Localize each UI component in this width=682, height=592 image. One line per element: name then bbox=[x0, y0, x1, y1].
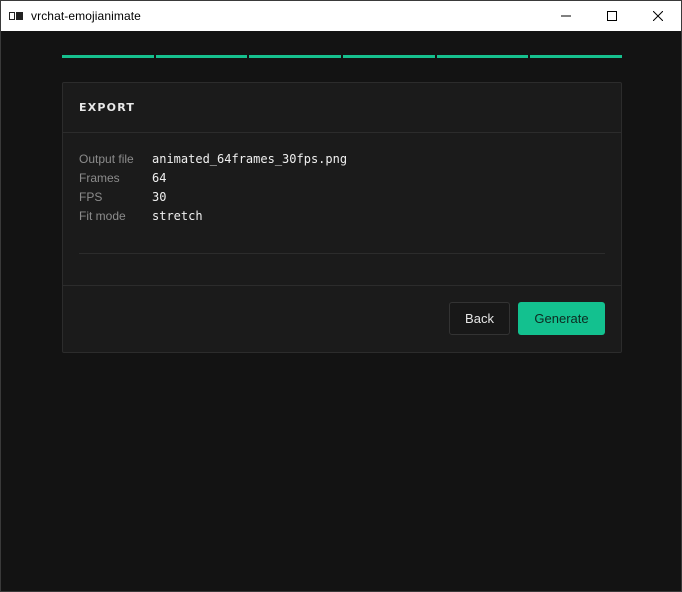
window-controls bbox=[543, 1, 681, 31]
card-footer: Back Generate bbox=[63, 286, 621, 352]
card-title: EXPORT bbox=[79, 101, 136, 114]
close-icon bbox=[653, 11, 663, 21]
progress-step-4 bbox=[343, 55, 435, 58]
summary-row-output-file: Output file animated_64frames_30fps.png bbox=[79, 149, 347, 168]
summary-row-fps: FPS 30 bbox=[79, 187, 347, 206]
section-divider bbox=[79, 253, 605, 254]
maximize-button[interactable] bbox=[589, 1, 635, 31]
card-body: Output file animated_64frames_30fps.png … bbox=[63, 133, 621, 286]
progress-step-2 bbox=[155, 55, 248, 58]
maximize-icon bbox=[607, 11, 617, 21]
fit-mode-value: stretch bbox=[152, 208, 203, 223]
summary-row-frames: Frames 64 bbox=[79, 168, 347, 187]
fps-label: FPS bbox=[79, 189, 103, 204]
progress-step-6 bbox=[530, 55, 623, 58]
fit-mode-label: Fit mode bbox=[79, 208, 126, 223]
frames-label: Frames bbox=[79, 170, 120, 185]
export-summary: Output file animated_64frames_30fps.png … bbox=[79, 149, 347, 225]
card-header: EXPORT bbox=[63, 83, 621, 133]
title-bar[interactable]: vrchat-emojianimate bbox=[1, 1, 681, 31]
generate-button[interactable]: Generate bbox=[518, 302, 605, 335]
summary-row-fit-mode: Fit mode stretch bbox=[79, 206, 347, 225]
minimize-button[interactable] bbox=[543, 1, 589, 31]
frames-value: 64 bbox=[152, 170, 167, 185]
app-window: vrchat-emojianimate EXPORT Output file a… bbox=[0, 0, 682, 592]
back-button[interactable]: Back bbox=[449, 302, 510, 335]
export-card: EXPORT Output file animated_64frames_30f… bbox=[62, 82, 622, 353]
app-icon bbox=[9, 11, 25, 21]
fps-value: 30 bbox=[152, 189, 167, 204]
close-button[interactable] bbox=[635, 1, 681, 31]
progress-steps bbox=[62, 55, 623, 58]
progress-step-3 bbox=[249, 55, 342, 58]
progress-step-5 bbox=[436, 55, 529, 58]
progress-step-1 bbox=[62, 55, 154, 58]
output-file-value: animated_64frames_30fps.png bbox=[152, 151, 348, 166]
output-file-label: Output file bbox=[79, 151, 134, 166]
minimize-icon bbox=[561, 15, 571, 17]
window-title: vrchat-emojianimate bbox=[31, 9, 141, 23]
